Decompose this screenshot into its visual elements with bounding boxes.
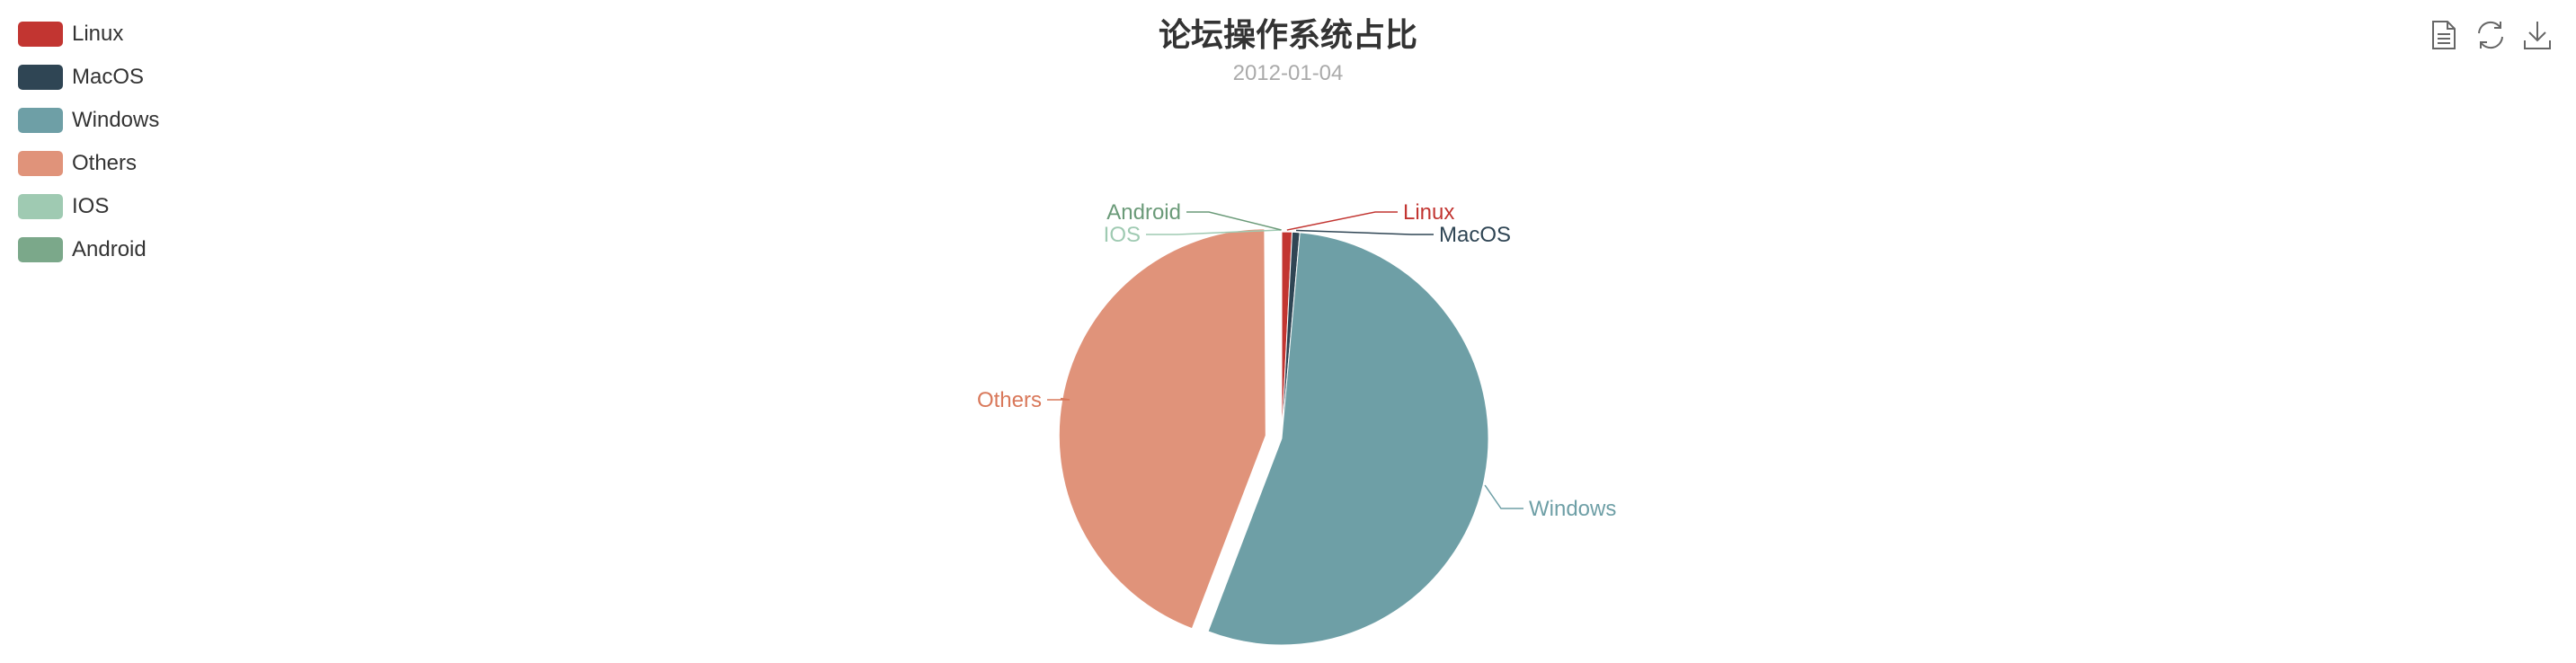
pie-chart: LinuxMacOS Windows Others IOSAndroid [977,200,1616,646]
slice-label-linux: Linux [1403,200,1454,225]
label-line-macos [1295,229,1434,235]
slice-label-windows: Windows [1529,497,1616,521]
slice-label-others: Others [977,388,1042,412]
slice-label-android: Android [1106,200,1181,225]
slice-label-ios: IOS [1104,223,1141,247]
label-line-android [1186,211,1282,231]
label-line-linux [1286,211,1398,231]
label-line-others [1047,397,1070,401]
slice-label-macos: MacOS [1439,223,1511,247]
label-line-windows [1484,484,1523,509]
